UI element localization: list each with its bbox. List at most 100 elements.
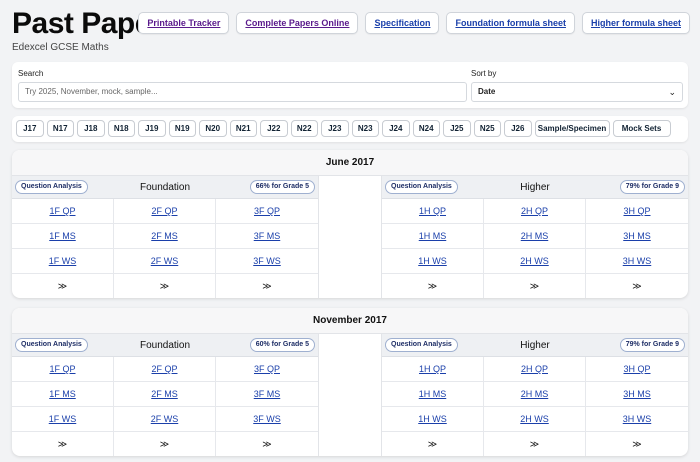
chip-n18[interactable]: N18 xyxy=(107,120,135,137)
tier-divider xyxy=(318,334,382,456)
expand-more-icon[interactable]: ≫ xyxy=(114,274,216,298)
expand-more-icon[interactable]: ≫ xyxy=(12,432,114,456)
paper-link[interactable]: 3H WS xyxy=(586,407,688,432)
paper-link[interactable]: 2H QP xyxy=(484,357,586,382)
sort-select[interactable]: Date ⌄ xyxy=(471,82,683,102)
search-input[interactable]: Try 2025, November, mock, sample... xyxy=(18,82,467,102)
paper-link[interactable]: 1H WS xyxy=(382,407,484,432)
expand-more-icon[interactable]: ≫ xyxy=(114,432,216,456)
complete-papers-online-link[interactable]: Complete Papers Online xyxy=(236,12,359,34)
tier-divider xyxy=(318,176,382,298)
paper-link[interactable]: 1F WS xyxy=(12,407,114,432)
paper-link[interactable]: 3F QP xyxy=(216,199,318,224)
chip-n20[interactable]: N20 xyxy=(199,120,227,137)
chip-n17[interactable]: N17 xyxy=(46,120,74,137)
expand-more-icon[interactable]: ≫ xyxy=(484,432,586,456)
foundation-tier: Foundation Question Analysis 60% for Grade… xyxy=(12,334,318,456)
question-analysis-button[interactable]: Question Analysis xyxy=(385,180,458,194)
search-label: Search xyxy=(18,69,44,78)
grade-boundary-badge: 60% for Grade 5 xyxy=(249,338,315,352)
chip-j18[interactable]: J18 xyxy=(77,120,105,137)
paper-link[interactable]: 2H MS xyxy=(484,382,586,407)
chip-j19[interactable]: J19 xyxy=(138,120,166,137)
paper-link[interactable]: 1F QP xyxy=(12,357,114,382)
paper-link[interactable]: 1H WS xyxy=(382,249,484,274)
chip-j23[interactable]: J23 xyxy=(321,120,349,137)
paper-grid: 1F QP 2F QP 3F QP 1F MS 2F MS 3F MS 1F WS 2F WS… xyxy=(12,199,318,298)
paper-link[interactable]: 3H MS xyxy=(586,382,688,407)
paper-link[interactable]: 2F MS xyxy=(114,382,216,407)
session-card: June 2017 Foundation Question Analysis 66% … xyxy=(12,150,688,298)
session-title: November 2017 xyxy=(12,308,688,334)
paper-link[interactable]: 1H MS xyxy=(382,382,484,407)
chip-j25[interactable]: J25 xyxy=(443,120,471,137)
session-title: June 2017 xyxy=(12,150,688,176)
chip-j22[interactable]: J22 xyxy=(260,120,288,137)
expand-more-icon[interactable]: ≫ xyxy=(586,432,688,456)
foundation-formula-sheet-link[interactable]: Foundation formula sheet xyxy=(446,12,575,34)
expand-more-icon[interactable]: ≫ xyxy=(586,274,688,298)
chip-n24[interactable]: N24 xyxy=(412,120,440,137)
higher-tier: Higher Question Analysis 79% for Grade 9 1H… xyxy=(382,176,688,298)
paper-link[interactable]: 2F QP xyxy=(114,199,216,224)
expand-more-icon[interactable]: ≫ xyxy=(382,274,484,298)
sort-value: Date xyxy=(478,87,496,96)
paper-grid: 1H QP 2H QP 3H QP 1H MS 2H MS 3H MS 1H WS 2H WS… xyxy=(382,357,688,456)
grade-boundary-badge: 66% for Grade 5 xyxy=(249,180,315,194)
paper-link[interactable]: 3F WS xyxy=(216,249,318,274)
chip-sample-specimen[interactable]: Sample/Specimen xyxy=(534,120,610,137)
higher-formula-sheet-link[interactable]: Higher formula sheet xyxy=(581,12,690,34)
paper-link[interactable]: 1H MS xyxy=(382,224,484,249)
expand-more-icon[interactable]: ≫ xyxy=(216,274,318,298)
paper-link[interactable]: 3F MS xyxy=(216,382,318,407)
tier-header: Higher Question Analysis 79% for Grade 9 xyxy=(382,334,688,357)
chip-j17[interactable]: J17 xyxy=(16,120,44,137)
chip-n21[interactable]: N21 xyxy=(229,120,257,137)
paper-link[interactable]: 3H MS xyxy=(586,224,688,249)
grade-boundary-badge: 79% for Grade 9 xyxy=(619,180,685,194)
paper-link[interactable]: 1F QP xyxy=(12,199,114,224)
paper-link[interactable]: 3F WS xyxy=(216,407,318,432)
question-analysis-button[interactable]: Question Analysis xyxy=(15,338,88,352)
paper-link[interactable]: 2F WS xyxy=(114,407,216,432)
paper-link[interactable]: 3H QP xyxy=(586,199,688,224)
question-analysis-button[interactable]: Question Analysis xyxy=(15,180,88,194)
printable-tracker-link[interactable]: Printable Tracker xyxy=(138,12,230,34)
paper-link[interactable]: 3F QP xyxy=(216,357,318,382)
paper-link[interactable]: 2H WS xyxy=(484,249,586,274)
chip-n25[interactable]: N25 xyxy=(473,120,501,137)
paper-link[interactable]: 2F WS xyxy=(114,249,216,274)
session-card: November 2017 Foundation Question Analysis… xyxy=(12,308,688,456)
paper-link[interactable]: 3H QP xyxy=(586,357,688,382)
specification-link[interactable]: Specification xyxy=(365,12,440,34)
chevron-down-icon: ⌄ xyxy=(668,87,676,97)
expand-more-icon[interactable]: ≫ xyxy=(216,432,318,456)
top-links: Printable Tracker Complete Papers Online… xyxy=(138,12,690,34)
chip-n23[interactable]: N23 xyxy=(351,120,379,137)
paper-link[interactable]: 2F QP xyxy=(114,357,216,382)
paper-link[interactable]: 3H WS xyxy=(586,249,688,274)
paper-link[interactable]: 3F MS xyxy=(216,224,318,249)
chip-j24[interactable]: J24 xyxy=(382,120,410,137)
tier-header: Higher Question Analysis 79% for Grade 9 xyxy=(382,176,688,199)
expand-more-icon[interactable]: ≫ xyxy=(382,432,484,456)
chip-mock-sets[interactable]: Mock Sets xyxy=(612,120,671,137)
chip-j26[interactable]: J26 xyxy=(504,120,532,137)
paper-link[interactable]: 2H QP xyxy=(484,199,586,224)
paper-link[interactable]: 1H QP xyxy=(382,357,484,382)
paper-link[interactable]: 1F WS xyxy=(12,249,114,274)
chip-n22[interactable]: N22 xyxy=(290,120,318,137)
chip-n19[interactable]: N19 xyxy=(168,120,196,137)
paper-link[interactable]: 2H WS xyxy=(484,407,586,432)
expand-more-icon[interactable]: ≫ xyxy=(12,274,114,298)
paper-link[interactable]: 1F MS xyxy=(12,224,114,249)
paper-link[interactable]: 2H MS xyxy=(484,224,586,249)
expand-more-icon[interactable]: ≫ xyxy=(484,274,586,298)
search-panel: Search Try 2025, November, mock, sample.… xyxy=(12,62,688,108)
paper-link[interactable]: 1F MS xyxy=(12,382,114,407)
paper-link[interactable]: 2F MS xyxy=(114,224,216,249)
tier-header: Foundation Question Analysis 66% for Grade… xyxy=(12,176,318,199)
question-analysis-button[interactable]: Question Analysis xyxy=(385,338,458,352)
foundation-tier: Foundation Question Analysis 66% for Grade… xyxy=(12,176,318,298)
paper-link[interactable]: 1H QP xyxy=(382,199,484,224)
